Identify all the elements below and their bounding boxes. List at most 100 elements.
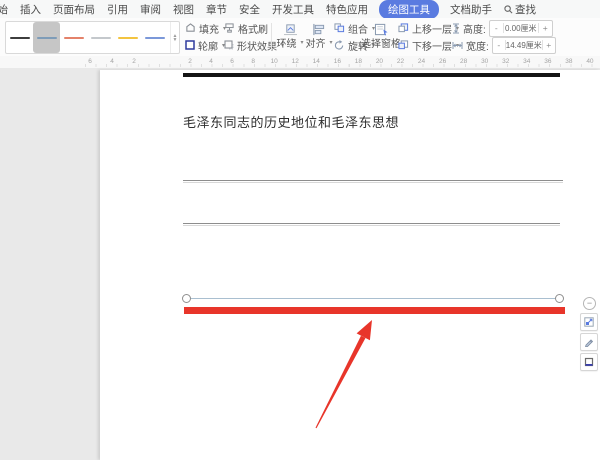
height-increment-button[interactable]: + xyxy=(538,23,552,33)
thick-black-border-line[interactable] xyxy=(183,73,560,77)
outline-style-button[interactable] xyxy=(580,353,598,371)
edit-shape-button[interactable] xyxy=(580,333,598,351)
drawing-tools-ribbon: ▲ ▼ 填充 ▾ 轮廓 ▾ 格式刷 xyxy=(0,18,600,57)
bring-forward-button[interactable]: 上移一层 ▾ xyxy=(398,21,459,35)
ruler-number: 18 xyxy=(355,58,362,65)
menu-tab-页面布局[interactable]: 页面布局 xyxy=(47,2,101,17)
menu-tab-插入[interactable]: 插入 xyxy=(14,2,47,17)
menu-tab-特色应用[interactable]: 特色应用 xyxy=(320,2,374,17)
height-field-row: 高度: - 0.00厘米 + xyxy=(452,21,556,35)
line-handle-left[interactable] xyxy=(182,294,191,303)
width-increment-button[interactable]: + xyxy=(542,40,555,50)
wrap-label: 环绕 xyxy=(276,35,296,50)
selected-line-shape[interactable] xyxy=(187,298,559,299)
width-decrement-button[interactable]: - xyxy=(493,40,506,50)
find-label: 查找 xyxy=(515,2,536,17)
group-icon xyxy=(334,23,345,33)
tab-document-assistant[interactable]: 文档助手 xyxy=(444,2,498,17)
horizontal-line-2[interactable] xyxy=(183,223,560,225)
ruler-number: 30 xyxy=(481,58,488,65)
align-label: 对齐 xyxy=(305,35,325,50)
ruler-number: 10 xyxy=(271,58,278,65)
ruler-number: 6 xyxy=(230,58,234,65)
ruler-number: 40 xyxy=(586,58,593,65)
line-style-yellow-line[interactable] xyxy=(114,22,141,53)
menu-bar: 开始 插入页面布局引用审阅视图章节安全开发工具特色应用 绘图工具 文档助手 查找 xyxy=(0,0,600,19)
menu-tab-章节[interactable]: 章节 xyxy=(200,2,233,17)
blue-line-swatch xyxy=(145,37,165,39)
ruler-number: 2 xyxy=(188,58,192,65)
height-decrement-button[interactable]: - xyxy=(490,23,504,33)
fill-button[interactable]: 填充 ▾ xyxy=(185,21,226,35)
height-value[interactable]: 0.00厘米 xyxy=(504,23,538,34)
ruler-number: 8 xyxy=(251,58,255,65)
fill-label: 填充 xyxy=(199,21,219,36)
ruler-number: 14 xyxy=(313,58,320,65)
ruler-number: 36 xyxy=(544,58,551,65)
line-style-dark-line[interactable] xyxy=(6,22,33,53)
menu-tab-视图[interactable]: 视图 xyxy=(167,2,200,17)
bring-forward-icon xyxy=(398,23,409,33)
outline-button[interactable]: 轮廓 ▾ xyxy=(185,38,226,52)
width-stepper: - 14.49厘米 + xyxy=(492,37,556,54)
document-title-text[interactable]: 毛泽东同志的历史地位和毛泽东思想 xyxy=(183,112,399,131)
ruler-number: 20 xyxy=(376,58,383,65)
gallery-scroll[interactable]: ▲ ▼ xyxy=(170,22,179,53)
gallery-down-icon[interactable]: ▼ xyxy=(173,38,178,42)
menu-tab-安全[interactable]: 安全 xyxy=(233,2,266,17)
menu-tab-审阅[interactable]: 审阅 xyxy=(134,2,167,17)
dropdown-arrow-icon: ▾ xyxy=(329,39,332,46)
menu-tab-引用[interactable]: 引用 xyxy=(101,2,134,17)
height-icon xyxy=(452,23,460,34)
line-style-gray-line[interactable] xyxy=(87,22,114,53)
ruler-number: 4 xyxy=(209,58,213,65)
ruler-number: 34 xyxy=(523,58,530,65)
ruler-number: 38 xyxy=(565,58,572,65)
ruler-number: 12 xyxy=(292,58,299,65)
horizontal-line-1[interactable] xyxy=(183,180,563,182)
rotate-icon xyxy=(334,40,345,50)
ribbon-separator xyxy=(271,23,272,50)
orange-line-swatch xyxy=(64,37,84,39)
line-style-blue-line[interactable] xyxy=(141,22,168,53)
object-properties-button[interactable] xyxy=(580,313,598,331)
ruler-number: 22 xyxy=(397,58,404,65)
selection-pane-button[interactable]: 选择窗格 xyxy=(360,21,402,48)
format-painter-icon xyxy=(224,23,235,33)
text-wrap-icon xyxy=(283,23,298,36)
collapse-toolbar-button[interactable]: − xyxy=(583,297,596,310)
thick-red-line-shape[interactable] xyxy=(184,307,565,314)
outline-label: 轮廓 xyxy=(198,38,218,53)
shape-effects-icon xyxy=(224,40,234,50)
ruler-number: 2 xyxy=(132,58,136,65)
send-backward-label: 下移一层 xyxy=(412,38,452,53)
line-style-blue-gray-line[interactable] xyxy=(33,22,60,53)
wrap-button[interactable]: 环绕 ▾ xyxy=(274,21,306,48)
menu-tab-开发工具[interactable]: 开发工具 xyxy=(266,2,320,17)
send-backward-button[interactable]: 下移一层 ▾ xyxy=(398,38,459,52)
bring-forward-label: 上移一层 xyxy=(412,21,452,36)
gray-line-swatch xyxy=(91,37,111,39)
menu-items: 插入页面布局引用审阅视图章节安全开发工具特色应用 xyxy=(14,2,374,17)
dark-line-swatch xyxy=(10,37,30,39)
width-value[interactable]: 14.49厘米 xyxy=(506,40,542,51)
width-field-row: 宽度: - 14.49厘米 + xyxy=(452,38,556,52)
width-label: 宽度: xyxy=(466,38,489,53)
align-icon xyxy=(312,23,326,36)
align-button[interactable]: 对齐 ▾ xyxy=(303,21,335,48)
find-button[interactable]: 查找 xyxy=(498,2,542,17)
tab-drawing-tools-active[interactable]: 绘图工具 xyxy=(379,0,439,19)
ruler-number: 32 xyxy=(502,58,509,65)
document-page[interactable]: 毛泽东同志的历史地位和毛泽东思想 − xyxy=(100,70,600,460)
tab-home[interactable]: 开始 xyxy=(0,2,14,17)
line-handle-right[interactable] xyxy=(555,294,564,303)
square-outline-icon xyxy=(584,357,594,367)
height-label: 高度: xyxy=(463,21,486,36)
document-canvas: 毛泽东同志的历史地位和毛泽东思想 − xyxy=(0,68,600,460)
ruler-number: 4 xyxy=(110,58,114,65)
line-style-orange-line[interactable] xyxy=(60,22,87,53)
outline-icon xyxy=(185,40,195,50)
ruler-number: 6 xyxy=(88,58,92,65)
line-style-gallery: ▲ ▼ xyxy=(5,21,180,54)
yellow-line-swatch xyxy=(118,37,138,39)
